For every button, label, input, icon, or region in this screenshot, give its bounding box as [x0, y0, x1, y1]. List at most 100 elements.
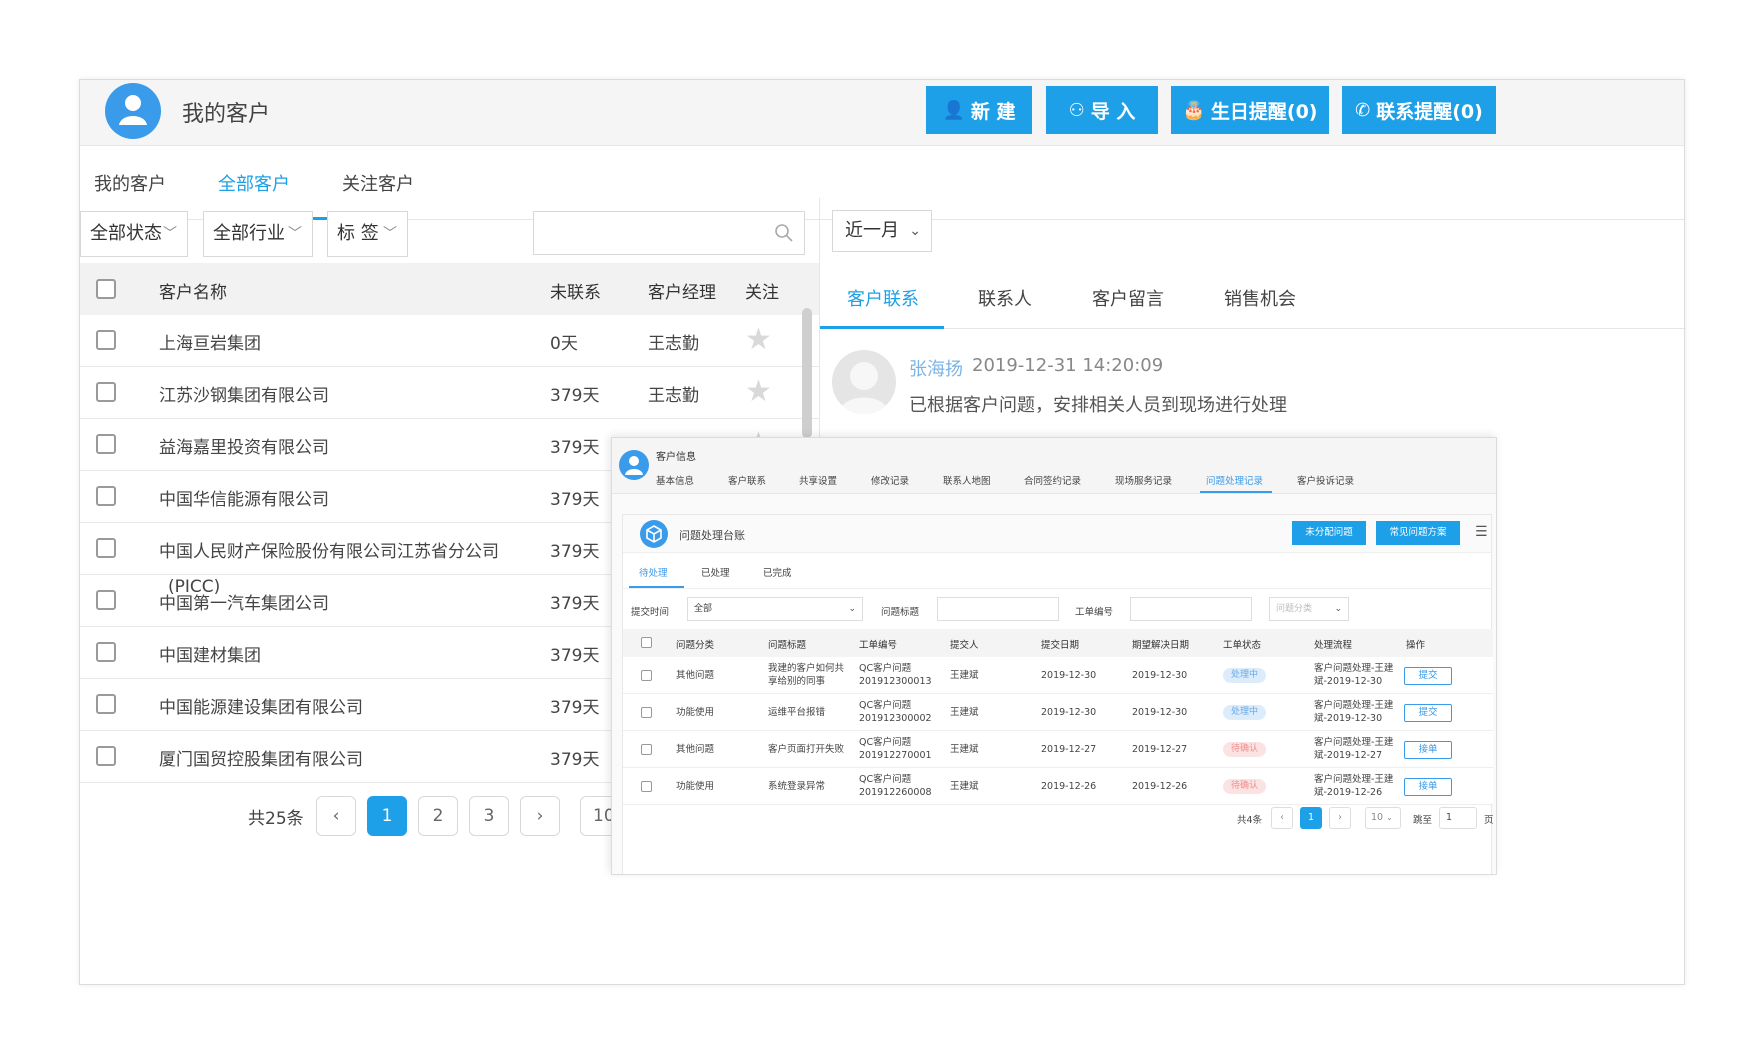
row-action-button[interactable]: 提交 — [1404, 704, 1452, 722]
industry-filter[interactable]: 全部行业 ﹀ — [203, 211, 313, 257]
row-checkbox[interactable] — [96, 590, 116, 610]
page-2-button[interactable]: 2 — [418, 796, 458, 836]
tab-pending[interactable]: 待处理 — [639, 565, 668, 579]
tab-my-customers[interactable]: 我的客户 — [94, 170, 166, 196]
issue-page-1-button[interactable]: 1 — [1300, 807, 1322, 829]
submit-time-select[interactable]: 全部 ⌄ — [687, 597, 863, 621]
import-button[interactable]: ⚇ 导 入 — [1046, 86, 1158, 134]
select-all-checkbox[interactable] — [96, 279, 116, 299]
customer-name[interactable]: 厦门国贸控股集团有限公司 — [159, 745, 363, 770]
unassigned-issues-button[interactable]: 未分配问题 — [1292, 521, 1366, 545]
row-checkbox[interactable] — [641, 707, 652, 718]
row-action-button[interactable]: 接单 — [1404, 778, 1452, 796]
search-input[interactable] — [533, 211, 805, 255]
table-row[interactable]: 其他问题 我建的客户如何共 享给别的同事 QC客户问题 201912300013 王建斌 2… — [623, 657, 1493, 694]
tab-processed[interactable]: 已处理 — [701, 565, 730, 579]
customer-table-header: 客户名称 未联系 客户经理 关注 — [80, 263, 820, 315]
issue-category-select[interactable]: 问题分类 ⌄ — [1269, 597, 1349, 621]
tag-filter[interactable]: 标 签 ﹀ — [327, 211, 408, 257]
star-icon[interactable]: ★ — [745, 377, 772, 407]
star-icon[interactable]: ★ — [745, 325, 772, 355]
new-customer-button[interactable]: 👤 新 建 — [926, 86, 1032, 134]
tab-all-customers[interactable]: 全部客户 — [218, 170, 290, 196]
customer-info-overlay: 客户信息 基本信息 客户联系 共享设置 修改记录 联系人地图 合同签约记录 现场… — [611, 437, 1497, 875]
row-action-button[interactable]: 提交 — [1404, 667, 1452, 685]
next-page-button[interactable]: › — [520, 796, 560, 836]
issue-ledger-header: 问题处理台账 未分配问题 常见问题方案 ☰ — [623, 515, 1491, 553]
table-row[interactable]: 功能使用 系统登录异常 QC客户问题 201912260008 王建斌 2019-12-2… — [623, 768, 1493, 805]
customer-name[interactable]: 中国华信能源有限公司 — [159, 485, 329, 510]
goto-page-input[interactable]: 1 — [1439, 807, 1477, 829]
page-3-button[interactable]: 3 — [469, 796, 509, 836]
tab-contract-records[interactable]: 合同签约记录 — [1024, 473, 1081, 487]
row-checkbox[interactable] — [96, 382, 116, 402]
search-icon — [775, 224, 793, 242]
row-checkbox[interactable] — [96, 434, 116, 454]
customer-name[interactable]: 中国建材集团 — [159, 641, 261, 666]
column-submit-date: 提交日期 — [1041, 640, 1080, 651]
tab-customer-contact[interactable]: 客户联系 — [847, 285, 919, 311]
issue-title-input[interactable] — [937, 597, 1059, 621]
uncontacted-days: 379天 — [550, 490, 600, 510]
row-checkbox[interactable] — [641, 670, 652, 681]
common-solutions-button[interactable]: 常见问题方案 — [1376, 521, 1460, 545]
row-checkbox[interactable] — [641, 781, 652, 792]
row-checkbox[interactable] — [96, 694, 116, 714]
prev-page-button[interactable]: ‹ — [316, 796, 356, 836]
customer-name[interactable]: 上海亘岩集团 — [159, 329, 261, 354]
row-checkbox[interactable] — [641, 744, 652, 755]
commenter-avatar — [832, 350, 896, 414]
order-no-input[interactable] — [1130, 597, 1252, 621]
tab-completed[interactable]: 已完成 — [763, 565, 792, 579]
tab-sales-opportunities[interactable]: 销售机会 — [1224, 285, 1296, 311]
customer-name[interactable]: 中国能源建设集团有限公司 — [159, 693, 363, 718]
issue-next-page-button[interactable]: › — [1329, 807, 1351, 829]
tab-issue-records[interactable]: 问题处理记录 — [1206, 473, 1263, 487]
table-row[interactable]: 其他问题 客户页面打开失败 QC客户问题 201912270001 王建斌 2019-12… — [623, 731, 1493, 768]
birthday-reminder-button[interactable]: 🎂 生日提醒(0) — [1171, 86, 1329, 134]
column-uncontacted[interactable]: 未联系 — [550, 278, 601, 303]
table-row[interactable]: 上海亘岩集团 0天 王志勤 ★ — [80, 315, 820, 367]
issue-page-size-select[interactable]: 10 ⌄ — [1365, 807, 1401, 829]
tab-edit-history[interactable]: 修改记录 — [871, 473, 909, 487]
tab-onsite-service-records[interactable]: 现场服务记录 — [1115, 473, 1172, 487]
tab-share-settings[interactable]: 共享设置 — [799, 473, 837, 487]
status-badge: 处理中 — [1223, 705, 1267, 720]
period-select[interactable]: 近一月 ⌄ — [832, 210, 932, 252]
customer-name[interactable]: 江苏沙钢集团有限公司 — [159, 381, 329, 406]
uncontacted-days: 379天 — [550, 594, 600, 614]
import-user-icon: ⚇ — [1068, 99, 1085, 121]
tab-complaint-records[interactable]: 客户投诉记录 — [1297, 473, 1354, 487]
column-manager[interactable]: 客户经理 — [648, 278, 716, 303]
row-checkbox[interactable] — [96, 538, 116, 558]
customer-name[interactable]: 中国人民财产保险股份有限公司江苏省分公司 — [159, 537, 499, 562]
list-menu-icon[interactable]: ☰ — [1475, 524, 1488, 540]
issue-prev-page-button[interactable]: ‹ — [1271, 807, 1293, 829]
row-checkbox[interactable] — [96, 330, 116, 350]
row-action-button[interactable]: 接单 — [1404, 741, 1452, 759]
tab-contact-map[interactable]: 联系人地图 — [943, 473, 991, 487]
page-1-button[interactable]: 1 — [367, 796, 407, 836]
tab-basic-info[interactable]: 基本信息 — [656, 473, 694, 487]
table-scrollbar[interactable] — [802, 308, 812, 438]
customer-name[interactable]: 益海嘉里投资有限公司 — [159, 433, 329, 458]
row-checkbox[interactable] — [96, 746, 116, 766]
select-all-checkbox[interactable] — [641, 637, 652, 648]
contact-reminder-button[interactable]: ✆ 联系提醒(0) — [1342, 86, 1496, 134]
submit-date: 2019-12-26 — [1041, 781, 1097, 792]
active-tab-indicator — [1200, 491, 1272, 493]
tab-followed-customers[interactable]: 关注客户 — [342, 170, 414, 196]
comment-author[interactable]: 张海扬 — [909, 355, 963, 381]
status-filter[interactable]: 全部状态 ﹀ — [80, 211, 188, 257]
tab-customer-messages[interactable]: 客户留言 — [1092, 285, 1164, 311]
row-checkbox[interactable] — [96, 642, 116, 662]
tabs-divider — [623, 588, 1491, 589]
column-customer-name[interactable]: 客户名称 — [159, 278, 227, 303]
row-checkbox[interactable] — [96, 486, 116, 506]
table-row[interactable]: 江苏沙钢集团有限公司 379天 王志勤 ★ — [80, 367, 820, 419]
tab-contacts[interactable]: 联系人 — [978, 285, 1032, 311]
column-follow[interactable]: 关注 — [745, 278, 779, 303]
submitter: 王建斌 — [950, 781, 979, 792]
table-row[interactable]: 功能使用 运维平台报错 QC客户问题 201912300002 王建斌 2019-12-3… — [623, 694, 1493, 731]
tab-customer-contact[interactable]: 客户联系 — [728, 473, 766, 487]
